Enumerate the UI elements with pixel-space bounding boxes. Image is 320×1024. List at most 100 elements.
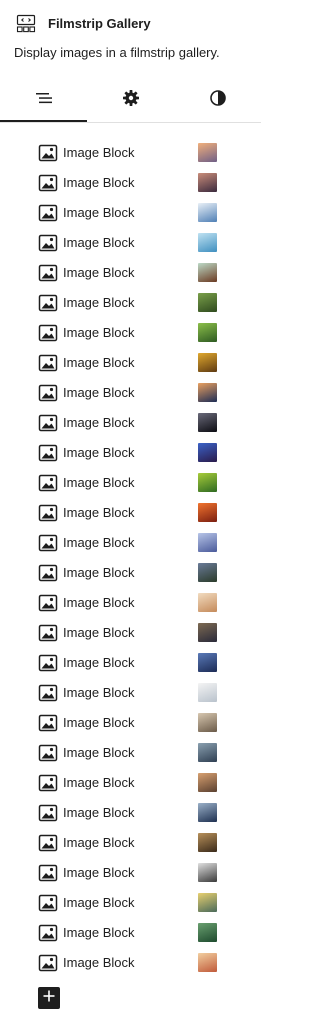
image-thumbnail [198,923,217,942]
image-block-icon [38,143,58,163]
image-block-icon [38,653,58,673]
image-thumbnail [198,683,217,702]
list-item[interactable]: Image Block [0,618,261,648]
list-item[interactable]: Image Block [0,558,261,588]
list-item[interactable]: Image Block [0,498,261,528]
image-thumbnail [198,713,217,732]
list-item-label: Image Block [63,685,135,700]
list-item[interactable]: Image Block [0,168,261,198]
settings-gear-icon [121,88,141,113]
list-item-label: Image Block [63,235,135,250]
list-item-label: Image Block [63,145,135,160]
list-item-label: Image Block [63,655,135,670]
image-block-icon [38,923,58,943]
list-view-icon [34,88,54,113]
list-item[interactable]: Image Block [0,798,261,828]
list-item-label: Image Block [63,805,135,820]
list-item-label: Image Block [63,955,135,970]
list-item[interactable]: Image Block [0,198,261,228]
image-block-icon [38,833,58,853]
list-item-label: Image Block [63,505,135,520]
list-item-label: Image Block [63,715,135,730]
image-block-icon [38,323,58,343]
list-item-label: Image Block [63,265,135,280]
list-item[interactable]: Image Block [0,588,261,618]
list-item-label: Image Block [63,775,135,790]
image-thumbnail [198,263,217,282]
image-thumbnail [198,413,217,432]
image-thumbnail [198,203,217,222]
block-title: Filmstrip Gallery [48,16,151,31]
image-block-icon [38,563,58,583]
list-item[interactable]: Image Block [0,858,261,888]
image-thumbnail [198,293,217,312]
image-thumbnail [198,623,217,642]
list-item[interactable]: Image Block [0,828,261,858]
list-item[interactable]: Image Block [0,678,261,708]
image-thumbnail [198,803,217,822]
image-thumbnail [198,473,217,492]
image-block-icon [38,263,58,283]
block-card: Filmstrip Gallery Display images in a fi… [0,0,261,70]
list-item-label: Image Block [63,535,135,550]
image-block-icon [38,593,58,613]
list-item[interactable]: Image Block [0,528,261,558]
image-thumbnail [198,383,217,402]
filmstrip-gallery-icon [16,14,36,34]
image-thumbnail [198,233,217,252]
list-item[interactable]: Image Block [0,648,261,678]
image-block-icon [38,383,58,403]
image-block-icon [38,233,58,253]
list-item-label: Image Block [63,355,135,370]
image-block-icon [38,803,58,823]
list-item-label: Image Block [63,835,135,850]
image-block-icon [38,953,58,973]
image-thumbnail [198,953,217,972]
image-thumbnail [198,173,217,192]
list-item[interactable]: Image Block [0,408,261,438]
image-block-icon [38,353,58,373]
list-item-label: Image Block [63,325,135,340]
list-item[interactable]: Image Block [0,438,261,468]
image-thumbnail [198,863,217,882]
image-block-icon [38,743,58,763]
list-item-label: Image Block [63,565,135,580]
list-item-label: Image Block [63,925,135,940]
image-thumbnail [198,323,217,342]
list-item-label: Image Block [63,385,135,400]
image-thumbnail [198,503,217,522]
tab-list-view[interactable] [0,80,87,122]
image-block-icon [38,413,58,433]
list-item[interactable]: Image Block [0,378,261,408]
tab-settings[interactable] [87,80,174,121]
list-item[interactable]: Image Block [0,348,261,378]
tab-styles[interactable] [174,80,261,121]
image-block-icon [38,173,58,193]
add-block-button[interactable] [38,987,60,1009]
list-item[interactable]: Image Block [0,288,261,318]
image-thumbnail [198,773,217,792]
image-block-icon [38,473,58,493]
list-item[interactable]: Image Block [0,138,261,168]
list-item-label: Image Block [63,895,135,910]
list-item[interactable]: Image Block [0,918,261,948]
list-item[interactable]: Image Block [0,318,261,348]
image-block-icon [38,293,58,313]
list-item[interactable]: Image Block [0,738,261,768]
list-item[interactable]: Image Block [0,948,261,978]
list-item-label: Image Block [63,865,135,880]
list-item[interactable]: Image Block [0,468,261,498]
list-item[interactable]: Image Block [0,708,261,738]
list-item[interactable]: Image Block [0,888,261,918]
list-item[interactable]: Image Block [0,228,261,258]
styles-contrast-icon [208,88,228,113]
image-block-icon [38,773,58,793]
image-block-icon [38,443,58,463]
list-item-label: Image Block [63,205,135,220]
image-thumbnail [198,443,217,462]
plus-icon [42,989,56,1008]
list-item-label: Image Block [63,595,135,610]
list-item[interactable]: Image Block [0,768,261,798]
image-block-icon [38,533,58,553]
list-item[interactable]: Image Block [0,258,261,288]
